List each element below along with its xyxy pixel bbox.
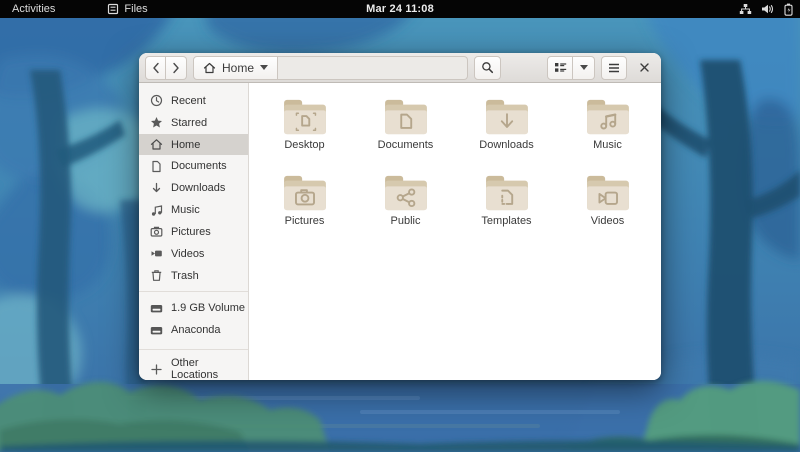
folder-name: Downloads [479,139,534,151]
grid-view-button[interactable] [547,55,573,80]
desktop: Activities Files Mar 24 11:08 Home Recen… [0,0,800,452]
view-options-button[interactable] [573,55,595,80]
folder-name: Videos [590,215,625,227]
battery-icon [783,3,794,16]
videos-folder-icon [586,175,629,211]
plus-icon [151,363,162,375]
folder-desktop[interactable]: Desktop [254,94,355,170]
recent-icon [150,95,163,107]
view-toggle [547,55,595,80]
sidebar-label: Documents [171,160,227,173]
close-icon [639,63,649,72]
sidebar-label: 1.9 GB Volume [171,302,245,315]
sidebar-label: Anaconda [171,324,221,337]
music-folder-icon [586,99,629,135]
sidebar: Recent Starred Home Documents Downloads [139,83,249,380]
folder-name: Pictures [284,215,325,227]
sidebar-item-pictures[interactable]: Pictures [139,221,248,243]
path-home-button[interactable]: Home [193,55,279,80]
path-dropdown-icon [260,65,269,70]
home-icon [150,139,163,150]
sidebar-label: Other Locations [171,357,219,380]
music-icon [151,204,163,216]
templates-folder-icon [485,175,528,211]
view-dropdown-icon [579,65,588,70]
close-button[interactable] [633,57,655,79]
forward-icon [173,62,179,73]
sidebar-item-anaconda[interactable]: Anaconda [139,319,248,341]
sidebar-item-home[interactable]: Home [139,133,248,156]
folder-music[interactable]: Music [557,94,658,170]
folder-name: Public [390,215,421,227]
folder-grid: Desktop Documents Downloads Music Pictur… [254,94,661,246]
folder-name: Documents [377,139,434,151]
home-icon [203,62,216,73]
drive-icon [150,304,163,313]
sidebar-label: Pictures [171,225,211,238]
back-button[interactable] [145,55,166,80]
volume-icon [761,3,774,15]
video-icon [151,250,162,257]
search-icon [482,62,494,74]
top-bar: Activities Files Mar 24 11:08 [0,0,800,18]
back-icon [152,62,159,73]
desktop-folder-icon [283,99,326,135]
grid-view-icon [554,63,566,72]
clock[interactable]: Mar 24 11:08 [0,3,800,15]
trash-icon [151,270,162,281]
folder-templates[interactable]: Templates [456,170,557,246]
files-window: Home Recent Starred Home Documents Downl… [139,53,661,380]
location-entry[interactable] [278,55,468,80]
folder-public[interactable]: Public [355,170,456,246]
network-icon [739,3,752,15]
sidebar-label: Downloads [171,182,226,195]
sidebar-item-music[interactable]: Music [139,199,248,221]
pictures-folder-icon [283,175,326,211]
sidebar-label: Recent [171,94,206,107]
folder-name: Desktop [284,139,325,151]
sidebar-item-volume[interactable]: 1.9 GB Volume [139,297,248,319]
drive-icon [150,326,163,335]
sidebar-item-other-locations[interactable]: Other Locations [139,357,248,380]
sidebar-item-documents[interactable]: Documents [139,155,248,177]
sidebar-separator [139,291,248,293]
folder-name: Templates [481,215,532,227]
path-bar: Home [193,55,468,80]
sidebar-item-downloads[interactable]: Downloads [139,177,248,199]
sidebar-label: Home [171,138,201,151]
header-bar: Home [139,53,661,83]
star-icon [151,117,162,128]
sidebar-label: Trash [171,269,199,282]
download-icon [152,182,161,192]
folder-downloads[interactable]: Downloads [456,94,557,170]
file-view: Desktop Documents Downloads Music Pictur… [249,83,661,380]
sidebar-item-videos[interactable]: Videos [139,243,248,265]
sidebar-label: Music [171,204,200,217]
document-icon [152,160,161,172]
hamburger-menu-icon [609,63,619,72]
sidebar-label: Videos [171,247,205,260]
search-button[interactable] [474,55,501,80]
path-label: Home [222,60,255,75]
downloads-folder-icon [485,99,528,135]
sidebar-separator [139,349,248,351]
sidebar-item-trash[interactable]: Trash [139,265,248,287]
system-status-area[interactable] [739,0,794,18]
sidebar-item-recent[interactable]: Recent [139,90,248,112]
folder-videos[interactable]: Videos [557,170,658,246]
camera-icon [150,227,163,237]
folder-name: Music [593,139,622,151]
sidebar-label: Starred [171,116,208,129]
forward-button[interactable] [166,55,187,80]
documents-folder-icon [384,99,427,135]
public-folder-icon [384,175,427,211]
folder-pictures[interactable]: Pictures [254,170,355,246]
window-menu-button[interactable] [601,55,627,80]
sidebar-item-starred[interactable]: Starred [139,112,248,134]
folder-documents[interactable]: Documents [355,94,456,170]
